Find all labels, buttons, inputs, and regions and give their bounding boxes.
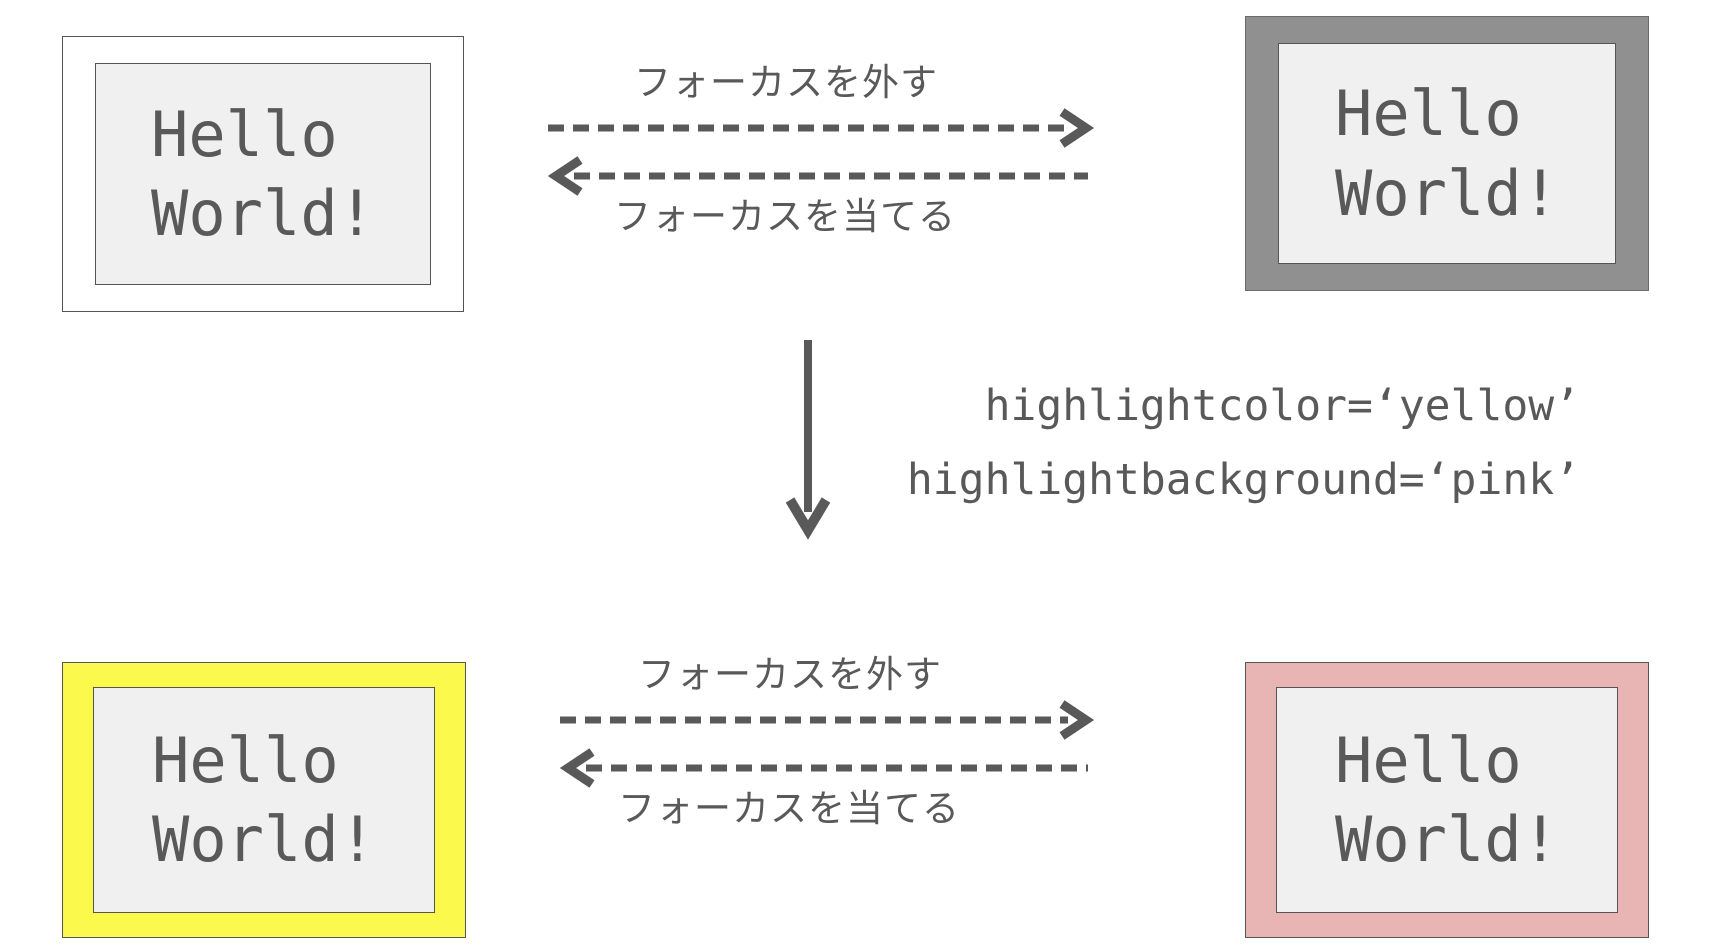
code-line-highlightcolor: highlightcolor=‘yellow’ — [984, 381, 1580, 431]
arrow-group-bottom: フォーカスを外す フォーカスを当てる — [560, 630, 1140, 850]
widget-inner-box: Hello World! — [1276, 687, 1618, 913]
arrow-label-focus-bottom: フォーカスを当てる — [618, 787, 960, 830]
arrow-right-dashed-bottom — [560, 700, 1095, 740]
widget-normal-unfocused[interactable]: Hello World! — [62, 36, 464, 312]
vertical-arrow-down — [785, 340, 831, 540]
arrow-right-dashed-top — [548, 108, 1095, 148]
widget-inner-box: Hello World! — [1278, 43, 1616, 264]
widget-label-text: Hello World! — [1335, 77, 1559, 230]
widget-highlight-unfocused[interactable]: Hello World! — [62, 662, 466, 938]
widget-label-text: Hello World! — [1335, 723, 1559, 876]
diagram-canvas: Hello World! Hello World! フォーカスを外す フォーカス… — [0, 0, 1714, 950]
arrow-label-unfocus-top: フォーカスを外す — [634, 61, 938, 104]
code-caption: highlightcolor=‘yellow’ highlightbackgro… — [880, 370, 1580, 518]
widget-label-text: Hello World! — [151, 97, 375, 250]
widget-inner-box: Hello World! — [95, 63, 431, 285]
widget-normal-focused[interactable]: Hello World! — [1245, 16, 1649, 291]
widget-inner-box: Hello World! — [93, 687, 435, 913]
code-line-highlightbackground: highlightbackground=‘pink’ — [906, 454, 1580, 505]
arrow-label-focus-top: フォーカスを当てる — [614, 195, 956, 238]
widget-label-text: Hello World! — [152, 723, 376, 876]
arrow-label-unfocus-bottom: フォーカスを外す — [638, 653, 942, 696]
widget-highlight-focused[interactable]: Hello World! — [1245, 662, 1649, 938]
arrow-group-top: フォーカスを外す フォーカスを当てる — [548, 38, 1128, 258]
